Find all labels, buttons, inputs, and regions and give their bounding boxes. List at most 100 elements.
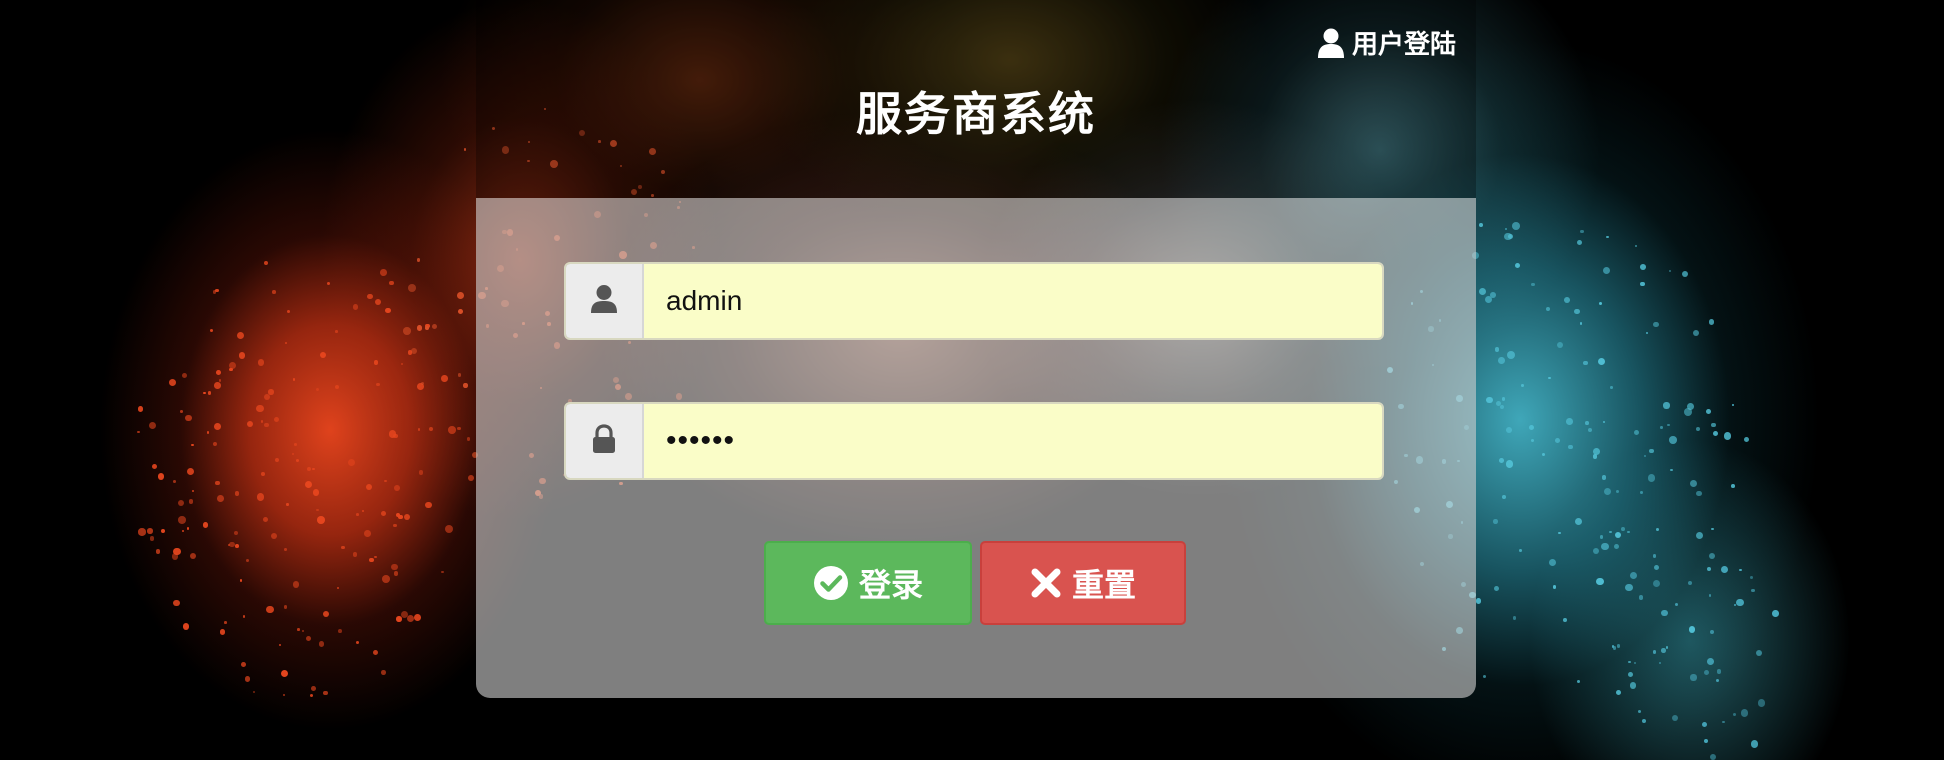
powder-speck (245, 558, 250, 563)
powder-speck (317, 516, 325, 524)
powder-speck (1501, 397, 1506, 401)
powder-speck (1583, 361, 1588, 366)
page-title: 服务商系统 (856, 87, 1096, 141)
powder-speck (1548, 376, 1551, 380)
powder-speck (1548, 559, 1556, 567)
reset-button[interactable]: 重置 (980, 541, 1186, 625)
login-button[interactable]: 登录 (764, 541, 972, 625)
powder-speck (218, 379, 222, 382)
password-input[interactable] (644, 404, 1382, 478)
powder-speck (389, 280, 394, 285)
powder-speck (1614, 531, 1622, 539)
powder-speck (369, 557, 374, 563)
powder-speck (355, 640, 359, 645)
powder-speck (219, 629, 225, 635)
powder-speck (1689, 626, 1696, 633)
powder-speck (404, 513, 411, 520)
lock-icon (591, 424, 617, 458)
powder-speck (149, 536, 155, 541)
powder-speck (1634, 244, 1638, 248)
powder-speck (393, 571, 399, 576)
powder-speck (373, 555, 377, 559)
powder-speck (241, 662, 247, 667)
powder-speck (457, 292, 465, 299)
powder-speck (257, 358, 265, 366)
powder-speck (374, 299, 382, 306)
powder-speck (186, 467, 194, 476)
powder-speck (1708, 552, 1715, 559)
powder-speck (318, 641, 325, 647)
powder-speck (1750, 576, 1754, 580)
powder-speck (1505, 426, 1512, 433)
powder-speck (1648, 474, 1656, 482)
powder-speck (261, 471, 265, 476)
powder-speck (1731, 484, 1736, 489)
powder-speck (1609, 530, 1612, 534)
powder-speck (1722, 720, 1725, 724)
powder-speck (253, 690, 256, 693)
powder-speck (178, 516, 186, 524)
powder-speck (1675, 602, 1679, 606)
powder-speck (356, 512, 360, 516)
powder-speck (1531, 439, 1535, 443)
powder-speck (1620, 526, 1625, 531)
powder-speck (425, 501, 432, 508)
powder-speck (286, 503, 289, 506)
powder-speck (383, 479, 387, 483)
powder-speck (282, 693, 285, 696)
username-input[interactable] (644, 264, 1382, 338)
powder-speck (1599, 302, 1603, 306)
powder-speck (1695, 532, 1703, 540)
powder-speck (1592, 547, 1600, 555)
powder-speck (191, 490, 194, 493)
powder-speck (291, 453, 294, 456)
powder-speck (256, 493, 265, 501)
powder-speck (380, 670, 386, 676)
powder-speck (1643, 455, 1646, 458)
powder-speck (234, 491, 240, 496)
powder-speck (1658, 661, 1662, 665)
reset-button-label: 重置 (1071, 566, 1136, 604)
password-addon (566, 404, 644, 478)
powder-speck (1579, 321, 1583, 325)
powder-speck (210, 328, 214, 333)
powder-speck (1661, 609, 1668, 617)
powder-speck (260, 420, 264, 423)
powder-speck (1597, 357, 1606, 366)
powder-speck (149, 421, 157, 429)
powder-speck (1716, 679, 1720, 683)
powder-speck (1707, 566, 1712, 572)
powder-speck (1615, 689, 1622, 696)
powder-speck (1599, 534, 1604, 539)
powder-speck (1704, 669, 1710, 675)
powder-speck (1639, 491, 1643, 494)
powder-speck (348, 458, 356, 466)
user-icon (590, 284, 618, 318)
powder-speck (315, 387, 319, 391)
powder-speck (242, 615, 246, 618)
powder-speck (305, 635, 312, 642)
powder-speck (1482, 675, 1487, 679)
powder-speck (326, 281, 330, 286)
powder-speck (396, 615, 402, 622)
powder-speck (1703, 738, 1709, 743)
powder-speck (463, 383, 468, 388)
powder-speck (1602, 421, 1605, 424)
powder-speck (1504, 227, 1508, 231)
powder-speck (388, 430, 397, 438)
login-button-label: 登录 (858, 566, 923, 604)
powder-speck (1639, 264, 1646, 270)
powder-speck (1671, 715, 1678, 722)
powder-speck (1612, 646, 1617, 650)
powder-speck (1577, 680, 1581, 684)
powder-speck (1585, 421, 1589, 425)
powder-speck (338, 628, 342, 633)
powder-speck (1575, 518, 1583, 526)
powder-speck (203, 391, 206, 395)
powder-speck (1652, 650, 1657, 654)
powder-speck (1512, 616, 1516, 620)
powder-speck (1493, 585, 1500, 592)
powder-speck (367, 293, 373, 300)
powder-speck (309, 693, 314, 698)
powder-speck (262, 517, 268, 523)
